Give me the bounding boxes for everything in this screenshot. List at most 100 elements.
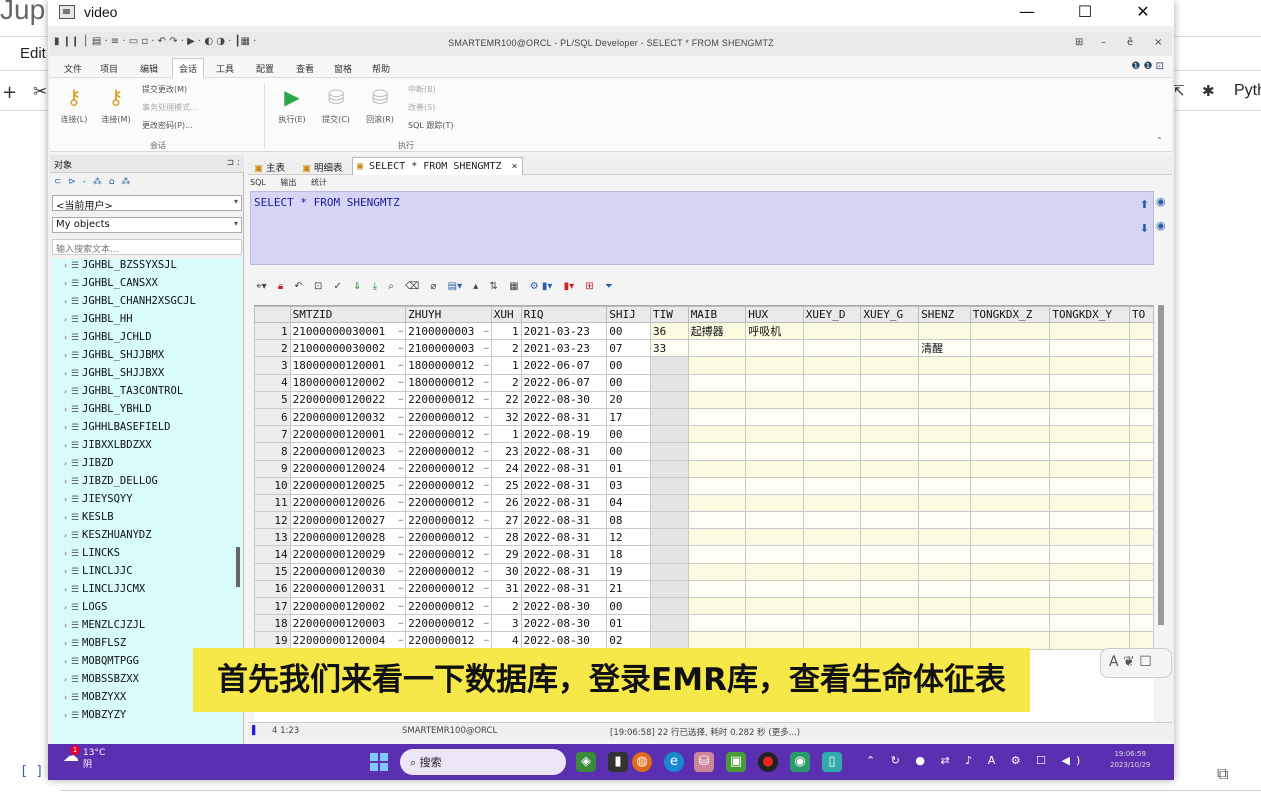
row-number[interactable]: 13 bbox=[254, 528, 291, 547]
ellipsis-icon[interactable]: … bbox=[398, 531, 403, 540]
firefox-icon[interactable]: ◍ bbox=[632, 752, 652, 772]
table-cell[interactable]: 1 bbox=[490, 321, 522, 341]
table-cell[interactable] bbox=[802, 579, 862, 599]
table-row[interactable]: 16 22000000120031 … 2200000012 … 31 2022-08-31… bbox=[254, 579, 1154, 599]
table-cell[interactable] bbox=[1129, 407, 1154, 427]
maximize-button[interactable]: ☐ bbox=[1056, 0, 1114, 26]
ellipsis-icon[interactable]: … bbox=[398, 359, 403, 368]
table-cell[interactable]: 1800000012… bbox=[405, 373, 492, 392]
tab-main-table[interactable]: ▣ 主表 bbox=[250, 157, 289, 175]
table-cell[interactable]: 2 bbox=[490, 339, 522, 358]
app-icon-1[interactable]: ◈ bbox=[576, 752, 596, 772]
table-cell[interactable]: 23 bbox=[490, 442, 522, 461]
table-cell[interactable]: 4 bbox=[490, 631, 522, 650]
ellipsis-icon[interactable]: … bbox=[484, 462, 489, 471]
table-cell[interactable]: 18 bbox=[606, 545, 651, 564]
commit-button[interactable]: ⛁ 提交(C) bbox=[316, 86, 356, 125]
clear-record-icon[interactable]: ⌫ bbox=[405, 281, 419, 292]
table-row[interactable]: 2 21000000030002 … 2100000003 … 2 2021-03-23 07… bbox=[254, 339, 1154, 358]
fetch-last-icon[interactable]: ⤓ bbox=[373, 281, 377, 292]
table-cell[interactable] bbox=[745, 596, 804, 616]
table-row[interactable]: 10 22000000120025 … 2200000012 … 25 2022-08-31… bbox=[254, 476, 1154, 495]
table-cell[interactable] bbox=[1049, 528, 1131, 547]
table-cell[interactable]: 01 bbox=[606, 614, 651, 633]
table-cell[interactable]: 2 bbox=[490, 596, 522, 616]
table-cell[interactable]: 21 bbox=[606, 579, 651, 599]
table-cell[interactable] bbox=[969, 596, 1051, 616]
ellipsis-icon[interactable]: … bbox=[484, 411, 489, 420]
tree-item[interactable]: › ☰ JGHBL_CANSXX bbox=[52, 277, 232, 295]
app-icon-5[interactable]: ▯ bbox=[822, 752, 842, 772]
table-cell[interactable] bbox=[687, 528, 747, 547]
ellipsis-icon[interactable]: … bbox=[398, 634, 403, 643]
table-cell[interactable] bbox=[1129, 545, 1154, 564]
table-cell[interactable]: 2022-08-30 bbox=[520, 390, 608, 409]
undo-icon[interactable]: ↶ bbox=[294, 281, 302, 292]
table-cell[interactable] bbox=[802, 528, 862, 547]
table-cell[interactable]: 2100000003… bbox=[405, 321, 492, 341]
table-cell[interactable] bbox=[860, 339, 920, 358]
table-cell[interactable] bbox=[802, 631, 862, 650]
table-cell[interactable]: 2200000012… bbox=[405, 407, 492, 427]
table-cell[interactable]: 03 bbox=[606, 476, 651, 495]
table-cell[interactable] bbox=[918, 631, 971, 650]
table-cell[interactable]: 21000000030001… bbox=[289, 321, 407, 341]
table-cell[interactable] bbox=[1049, 476, 1131, 495]
ellipsis-icon[interactable]: … bbox=[398, 376, 403, 385]
table-cell[interactable] bbox=[650, 390, 689, 409]
table-cell[interactable] bbox=[969, 476, 1051, 495]
table-cell[interactable] bbox=[918, 545, 971, 564]
table-cell[interactable] bbox=[918, 459, 971, 478]
user-combo[interactable]: <当前用户> ▾ bbox=[52, 195, 242, 212]
cut-icon[interactable]: ✂ bbox=[33, 82, 47, 102]
copy-to-excel-icon[interactable]: ⊞ bbox=[585, 281, 593, 292]
column-header[interactable]: SHENZ bbox=[918, 306, 971, 323]
ellipsis-icon[interactable]: … bbox=[484, 359, 489, 368]
table-cell[interactable] bbox=[687, 407, 747, 427]
table-cell[interactable] bbox=[918, 579, 971, 599]
table-cell[interactable] bbox=[1049, 339, 1131, 358]
ellipsis-icon[interactable]: … bbox=[484, 445, 489, 454]
column-header[interactable]: ZHUYH bbox=[405, 306, 492, 323]
table-cell[interactable] bbox=[969, 425, 1051, 444]
table-cell[interactable]: 2100000003… bbox=[405, 339, 492, 358]
table-cell[interactable]: 1800000012… bbox=[405, 356, 492, 375]
table-cell[interactable]: 22000000120002… bbox=[289, 596, 407, 616]
table-cell[interactable] bbox=[918, 390, 971, 409]
table-cell[interactable] bbox=[860, 390, 920, 409]
table-cell[interactable]: 2200000012… bbox=[405, 579, 492, 599]
table-cell[interactable]: 2022-06-07 bbox=[520, 356, 608, 375]
ellipsis-icon[interactable]: … bbox=[484, 376, 489, 385]
close-tab-icon[interactable]: × bbox=[512, 161, 518, 172]
filter-funnel-icon[interactable]: ⏷ bbox=[605, 281, 613, 292]
table-cell[interactable] bbox=[860, 545, 920, 564]
table-cell[interactable] bbox=[1129, 442, 1154, 461]
table-cell[interactable] bbox=[1129, 579, 1154, 599]
table-cell[interactable] bbox=[860, 528, 920, 547]
table-cell[interactable] bbox=[650, 459, 689, 478]
expand-icon[interactable]: › bbox=[52, 531, 68, 540]
table-cell[interactable]: 26 bbox=[490, 493, 522, 513]
improve-item[interactable]: 改善(S) bbox=[408, 102, 435, 113]
table-cell[interactable] bbox=[1049, 425, 1131, 444]
table-cell[interactable] bbox=[745, 476, 804, 495]
table-cell[interactable] bbox=[969, 407, 1051, 427]
ellipsis-icon[interactable]: … bbox=[398, 393, 403, 402]
break-item[interactable]: 中断(B) bbox=[408, 84, 436, 95]
collapse-ribbon-icon[interactable]: ⌃ bbox=[1156, 136, 1163, 145]
table-cell[interactable]: 2200000012… bbox=[405, 528, 492, 547]
table-row[interactable]: 1 21000000030001 … 2100000003 … 1 2021-03-23 00… bbox=[254, 321, 1154, 341]
table-cell[interactable] bbox=[1129, 356, 1154, 375]
tree-item[interactable]: › ☰ JIBZD_DELLOG bbox=[52, 475, 232, 493]
table-cell[interactable] bbox=[860, 321, 920, 341]
column-header[interactable]: TONGKDX_Y bbox=[1049, 306, 1131, 323]
table-cell[interactable]: 32 bbox=[490, 407, 522, 427]
expand-icon[interactable]: › bbox=[52, 441, 68, 450]
table-cell[interactable] bbox=[969, 562, 1051, 581]
table-cell[interactable] bbox=[860, 631, 920, 650]
row-number[interactable]: 8 bbox=[254, 442, 291, 461]
tree-item[interactable]: › ☰ JGHBL_BZSSYXSJL bbox=[52, 259, 232, 277]
clock[interactable]: 19:06:59 2023/10/29 bbox=[1110, 749, 1150, 771]
app-minimize-button[interactable]: – bbox=[1101, 37, 1106, 48]
table-cell[interactable] bbox=[969, 511, 1051, 530]
